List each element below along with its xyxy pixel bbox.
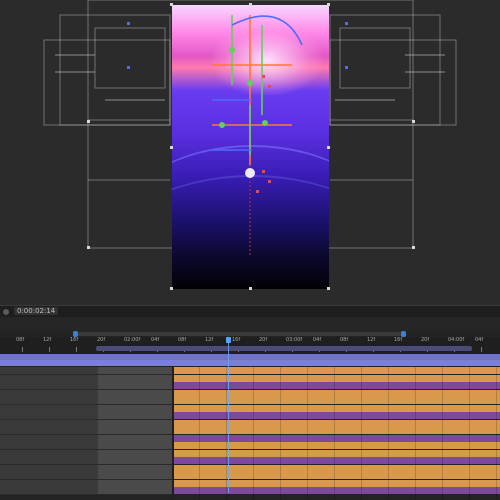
layer-switches[interactable] <box>98 412 172 419</box>
layer-switches[interactable] <box>98 389 172 397</box>
ruler-label: 12f <box>367 337 376 343</box>
layer-track[interactable] <box>0 464 500 473</box>
transform-handle[interactable] <box>412 246 415 249</box>
layer-duration-bar[interactable] <box>174 389 500 397</box>
ruler-label: 02:00f <box>124 337 141 343</box>
transform-handle[interactable] <box>327 3 330 6</box>
ruler-label: 20f <box>97 337 106 343</box>
ruler-label: 04f <box>475 337 484 343</box>
layer-track[interactable] <box>0 374 500 383</box>
layer-track[interactable] <box>0 487 500 495</box>
layer-track[interactable] <box>0 427 500 435</box>
layer-duration-bar[interactable] <box>174 419 500 427</box>
layer-switches[interactable] <box>98 382 172 389</box>
layer-switches[interactable] <box>98 472 172 479</box>
layer-switches[interactable] <box>98 479 172 487</box>
timecode-display[interactable]: 0:00:02:14 <box>14 307 59 315</box>
ruler-tick <box>76 347 77 352</box>
transform-handle[interactable] <box>170 3 173 6</box>
transform-handle[interactable] <box>412 120 415 123</box>
transform-handle[interactable] <box>87 246 90 249</box>
transform-handle[interactable] <box>327 146 330 149</box>
layer-switches[interactable] <box>98 427 172 434</box>
current-time-line <box>228 343 229 493</box>
layer-switches[interactable] <box>98 419 172 427</box>
transform-handle[interactable] <box>87 120 90 123</box>
layer-duration-bar[interactable] <box>174 464 500 472</box>
ruler-label: 16f <box>70 337 79 343</box>
layer-switches[interactable] <box>98 464 172 472</box>
ruler-tick <box>481 347 482 352</box>
timeline-header <box>0 317 500 331</box>
ruler-tick <box>22 347 23 352</box>
layer-switches[interactable] <box>98 457 172 464</box>
layer-switches[interactable] <box>98 487 172 494</box>
ruler-label: 04f <box>151 337 160 343</box>
layer-duration-bar[interactable] <box>174 457 500 464</box>
ruler-label: 16f <box>394 337 403 343</box>
layer-track[interactable] <box>0 404 500 413</box>
transform-handle[interactable] <box>249 3 252 6</box>
camera-icon[interactable] <box>3 309 9 315</box>
layer-track[interactable] <box>0 442 500 450</box>
ruler-label: 20f <box>421 337 430 343</box>
layer-track[interactable] <box>0 397 500 405</box>
transform-handle[interactable] <box>249 287 252 290</box>
transform-handle[interactable] <box>170 287 173 290</box>
layer-duration-bar[interactable] <box>174 472 500 479</box>
transform-handle[interactable] <box>170 146 173 149</box>
layer-switches[interactable] <box>98 397 172 404</box>
layer-track[interactable] <box>0 382 500 390</box>
work-area-bar[interactable] <box>96 346 472 351</box>
ruler-label: 16f <box>232 337 241 343</box>
ruler-label: 04:00f <box>448 337 465 343</box>
layer-duration-bar[interactable] <box>174 374 500 382</box>
layer-track[interactable] <box>0 389 500 398</box>
ruler-label: 12f <box>205 337 214 343</box>
layer-duration-bar[interactable] <box>174 487 500 494</box>
composition-frame[interactable] <box>172 5 329 289</box>
ruler-tick <box>49 347 50 352</box>
layer-duration-bar[interactable] <box>174 434 500 442</box>
ruler-label: 08f <box>340 337 349 343</box>
adjustment-track-2[interactable] <box>0 360 500 366</box>
ruler-label: 08f <box>178 337 187 343</box>
layer-duration-bar[interactable] <box>174 404 500 412</box>
layer-track[interactable] <box>0 472 500 480</box>
layer-track[interactable] <box>0 479 500 488</box>
ruler-label: 04f <box>313 337 322 343</box>
layer-switches[interactable] <box>98 442 172 449</box>
ruler-label: 08f <box>16 337 25 343</box>
layer-track[interactable] <box>0 419 500 428</box>
time-navigator[interactable] <box>73 331 406 337</box>
layer-duration-bar[interactable] <box>174 449 500 457</box>
layer-handles-overlay[interactable] <box>172 5 329 289</box>
layer-tracks[interactable] <box>0 367 500 500</box>
layer-switches[interactable] <box>98 374 172 382</box>
ruler-label: 12f <box>43 337 52 343</box>
layer-track[interactable] <box>0 434 500 443</box>
layer-header[interactable] <box>0 487 172 495</box>
layer-duration-bar[interactable] <box>174 397 500 404</box>
ruler-label: 20f <box>259 337 268 343</box>
layer-duration-bar[interactable] <box>174 382 500 389</box>
layer-duration-bar[interactable] <box>174 412 500 419</box>
layer-duration-bar[interactable] <box>174 427 500 434</box>
layer-track[interactable] <box>0 449 500 458</box>
layer-track[interactable] <box>0 367 500 375</box>
layer-track[interactable] <box>0 457 500 465</box>
layer-duration-bar[interactable] <box>174 367 500 374</box>
composition-viewer[interactable] <box>0 0 500 305</box>
transform-handle[interactable] <box>327 287 330 290</box>
layer-duration-bar[interactable] <box>174 479 500 487</box>
layer-switches[interactable] <box>98 367 172 374</box>
ruler-label: 03:00f <box>286 337 303 343</box>
layer-switches[interactable] <box>98 434 172 442</box>
layer-duration-bar[interactable] <box>174 442 500 449</box>
layer-switches[interactable] <box>98 404 172 412</box>
layer-track[interactable] <box>0 412 500 420</box>
layer-switches[interactable] <box>98 449 172 457</box>
